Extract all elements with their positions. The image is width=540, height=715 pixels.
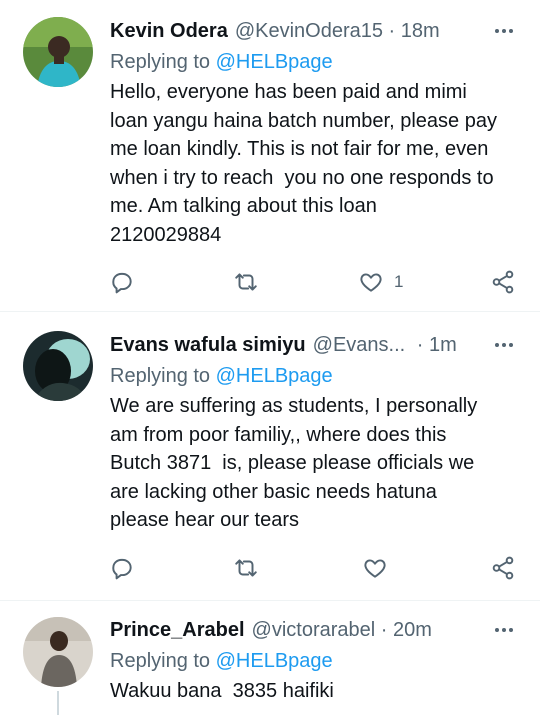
replying-prefix: Replying to [110, 51, 216, 73]
avatar[interactable] [23, 17, 93, 87]
reply-bubble-icon [112, 272, 132, 294]
separator: · [383, 19, 401, 42]
tweet-text-line: when i try to reach you no one responds … [110, 166, 494, 189]
reply-feed: Kevin Odera @KevinOdera15 · 18m Replying… [0, 0, 540, 715]
replying-prefix: Replying to [110, 365, 216, 387]
tweet[interactable]: Prince_Arabel @victorarabel · 20m Replyi… [0, 601, 540, 715]
retweet-button[interactable] [233, 555, 259, 581]
display-name[interactable]: Evans wafula simiyu [110, 334, 306, 357]
tweet[interactable]: Evans wafula simiyu @Evans... · 1m Reply… [0, 312, 540, 601]
display-name[interactable]: Prince_Arabel [110, 619, 245, 642]
share-icon [492, 270, 514, 294]
tweet-text-line: please hear our tears [110, 509, 300, 531]
reply-button[interactable] [109, 269, 135, 295]
tweet-text-line: We are suffering as students, I personal… [110, 395, 478, 417]
reply-bubble-icon [112, 558, 132, 580]
tweet-text-line: Hello, everyone has been paid and mimi [110, 81, 467, 103]
tweet-actions [0, 552, 540, 584]
replying-to: Replying to @HELBpage [110, 647, 520, 675]
tweet-text: Wakuu bana 3835 haifiki [110, 677, 520, 706]
display-name[interactable]: Kevin Odera [110, 20, 228, 43]
heart-icon [364, 559, 386, 578]
tweet-text-line: are lacking other basic needs hatuna [110, 480, 437, 503]
user-handle[interactable]: @Evans... [313, 334, 406, 357]
tweet-text-line: me loan kindly. This is not fair for me,… [110, 138, 489, 160]
tweet-text: Hello, everyone has been paid and mimi l… [110, 78, 520, 249]
tweet-text-line: loan yangu haina batch number, please pa… [110, 109, 497, 132]
tweet-text-line: me. Am talking about this loan [110, 195, 377, 217]
heart-icon [360, 273, 382, 292]
like-button[interactable] [362, 555, 388, 581]
retweet-button[interactable] [233, 269, 259, 295]
retweet-icon [235, 559, 257, 577]
like-button[interactable]: 1 [358, 269, 403, 295]
share-icon [492, 556, 514, 580]
user-handle[interactable]: @KevinOdera15 [235, 20, 383, 43]
avatar[interactable] [23, 617, 93, 687]
replying-to: Replying to @HELBpage [110, 362, 520, 390]
replying-to: Replying to @HELBpage [110, 48, 520, 76]
like-count: 1 [394, 272, 404, 291]
timestamp[interactable]: 18m [401, 20, 440, 43]
thread-line [57, 691, 59, 715]
share-button[interactable] [490, 269, 516, 295]
reply-button[interactable] [109, 555, 135, 581]
mention-link[interactable]: @HELBpage [216, 650, 333, 672]
tweet-text-line: am from poor familiy,, where does this [110, 423, 447, 446]
tweet-header: Evans wafula simiyu @Evans... · 1m [110, 330, 520, 360]
tweet-text-line: Butch 3871 is, please please officials w… [110, 452, 475, 474]
tweet[interactable]: Kevin Odera @KevinOdera15 · 18m Replying… [0, 0, 540, 312]
separator: · [375, 618, 393, 641]
tweet-text-line: Wakuu bana 3835 haifiki [110, 680, 334, 702]
tweet-actions: 1 [0, 266, 540, 298]
user-handle[interactable]: @victorarabel [252, 619, 376, 642]
avatar[interactable] [23, 331, 93, 401]
mention-link[interactable]: @HELBpage [216, 365, 333, 387]
mention-link[interactable]: @HELBpage [216, 51, 333, 73]
more-options-button[interactable] [488, 615, 520, 645]
more-horizontal-icon [495, 29, 513, 33]
separator: · [411, 333, 429, 356]
share-button[interactable] [490, 555, 516, 581]
retweet-icon [235, 273, 257, 291]
more-horizontal-icon [495, 343, 513, 347]
tweet-header: Kevin Odera @KevinOdera15 · 18m [110, 16, 520, 46]
tweet-text-line: 2120029884 [110, 223, 222, 246]
tweet-header: Prince_Arabel @victorarabel · 20m [110, 615, 520, 645]
replying-prefix: Replying to [110, 650, 216, 672]
more-options-button[interactable] [488, 16, 520, 46]
timestamp[interactable]: 1m [429, 334, 457, 357]
more-options-button[interactable] [488, 330, 520, 360]
timestamp[interactable]: 20m [393, 619, 432, 642]
tweet-text: We are suffering as students, I personal… [110, 392, 520, 535]
more-horizontal-icon [495, 628, 513, 632]
